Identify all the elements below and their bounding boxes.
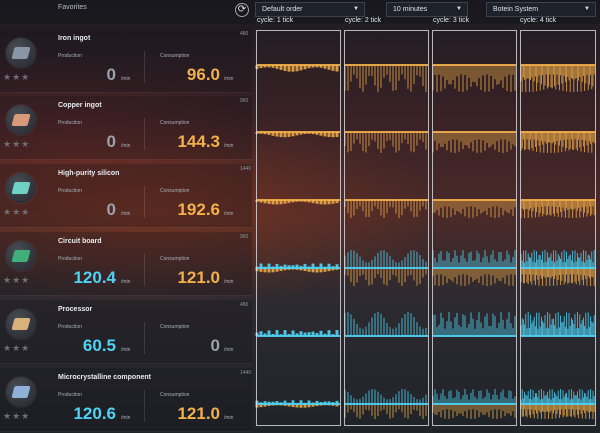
cycle-2-panel[interactable] xyxy=(344,30,429,426)
cycle-3-panel[interactable] xyxy=(432,30,517,426)
cycle-4-panel[interactable] xyxy=(520,30,596,426)
cycle-1-panel[interactable] xyxy=(256,30,341,426)
